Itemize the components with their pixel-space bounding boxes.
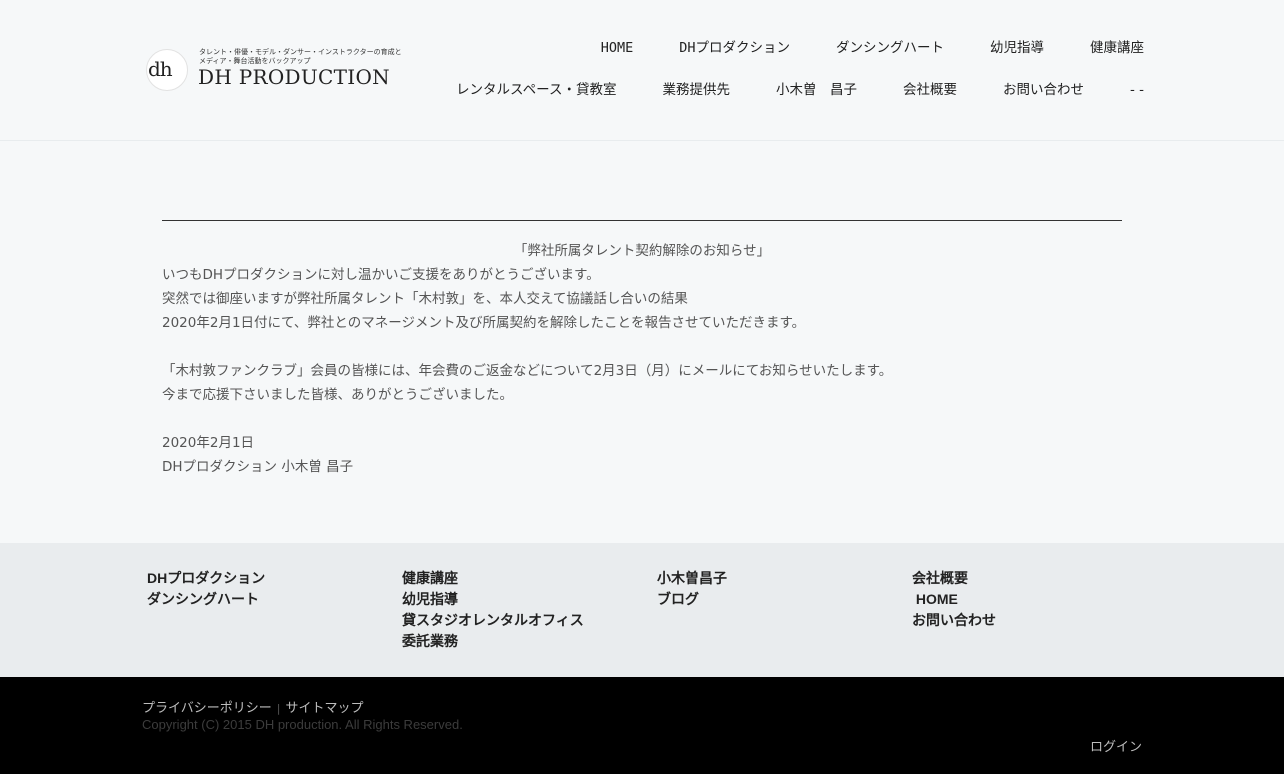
- copyright-text: Copyright (C) 2015 DH production. All Ri…: [142, 717, 463, 732]
- notice-line: 今まで応援下さいました皆様、ありがとうございました。: [162, 387, 513, 403]
- logo-mark-text: dh: [148, 57, 173, 81]
- nav-item-contact[interactable]: お問い合わせ: [1003, 80, 1084, 100]
- main-content: 「弊社所属タレント契約解除のお知らせ」 いつもDHプロダクションに対し温かいご支…: [0, 141, 1284, 543]
- footer-link-dh-production[interactable]: DHプロダクション: [147, 568, 387, 589]
- login-link[interactable]: ログイン: [1090, 736, 1142, 755]
- footer-bottom-bar: プライバシーポリシー | サイトマップ Copyright (C) 2015 DH …: [0, 677, 1284, 774]
- main-nav-row-2: レンタルスペース・貸教室 業務提供先 小木曽 昌子 会社概要 お問い合わせ - …: [410, 80, 1144, 100]
- nav-item-health-course[interactable]: 健康講座: [1090, 38, 1144, 58]
- footer-link-company[interactable]: 会社概要: [912, 568, 1152, 589]
- footer-col-4: 会社概要 HOME お問い合わせ: [912, 568, 1152, 631]
- nav-item-dancing-heart[interactable]: ダンシングハート: [836, 38, 944, 58]
- footer-legal-links: プライバシーポリシー | サイトマップ: [142, 697, 363, 716]
- nav-item-more[interactable]: - -: [1130, 80, 1144, 100]
- notice-signature: DHプロダクション 小木曽 昌子: [162, 459, 354, 475]
- nav-item-partners[interactable]: 業務提供先: [662, 80, 730, 100]
- site-logo[interactable]: dh タレント・俳優・モデル・ダンサー・インストラクターの育成と メディア・舞台…: [146, 46, 402, 94]
- sitemap-link[interactable]: サイトマップ: [285, 701, 363, 716]
- nav-item-ogiso-masako[interactable]: 小木曽 昌子: [776, 80, 857, 100]
- notice-article: 「弊社所属タレント契約解除のお知らせ」 いつもDHプロダクションに対し温かいご支…: [162, 239, 1122, 479]
- site-header: dh タレント・俳優・モデル・ダンサー・インストラクターの育成と メディア・舞台…: [0, 0, 1284, 141]
- notice-line: 2020年2月1日付にて、弊社とのマネージメント及び所属契約を解除したことを報告…: [162, 315, 806, 331]
- footer-link-home[interactable]: HOME: [912, 589, 1152, 610]
- nav-item-company[interactable]: 会社概要: [903, 80, 957, 100]
- logo-tagline-line-1: タレント・俳優・モデル・ダンサー・インストラクターの育成と: [199, 48, 402, 56]
- footer-col-1: DHプロダクション ダンシングハート: [147, 568, 387, 610]
- logo-mark-icon: dh: [146, 49, 188, 91]
- nav-item-dh-production[interactable]: DHプロダクション: [679, 38, 790, 58]
- main-nav-row-1: HOME DHプロダクション ダンシングハート 幼児指導 健康講座: [555, 38, 1144, 58]
- footer-link-ogiso-masako[interactable]: 小木曽昌子: [657, 568, 897, 589]
- logo-name: DH PRODUCTION: [198, 65, 390, 89]
- notice-date: 2020年2月1日: [162, 435, 255, 451]
- logo-tagline: タレント・俳優・モデル・ダンサー・インストラクターの育成と メディア・舞台活動を…: [199, 48, 402, 66]
- nav-item-child-guidance[interactable]: 幼児指導: [990, 38, 1044, 58]
- footer-nav: DHプロダクション ダンシングハート 健康講座 幼児指導 貸スタジオレンタルオフ…: [0, 543, 1284, 677]
- footer-col-3: 小木曽昌子 ブログ: [657, 568, 897, 610]
- notice-line: いつもDHプロダクションに対し温かいご支援をありがとうございます。: [162, 267, 600, 283]
- footer-link-dancing-heart[interactable]: ダンシングハート: [147, 589, 387, 610]
- footer-link-blog[interactable]: ブログ: [657, 589, 897, 610]
- divider: [162, 220, 1122, 221]
- nav-item-home[interactable]: HOME: [601, 38, 634, 58]
- nav-item-rental-space[interactable]: レンタルスペース・貸教室: [456, 80, 616, 100]
- privacy-policy-link[interactable]: プライバシーポリシー: [142, 701, 272, 716]
- notice-line: 突然では御座いますが弊社所属タレント「木村敦」を、本人交えて協議話し合いの結果: [162, 291, 688, 307]
- footer-link-rental-studio[interactable]: 貸スタジオレンタルオフィス: [402, 610, 642, 631]
- link-separator: |: [276, 702, 281, 715]
- footer-link-health-course[interactable]: 健康講座: [402, 568, 642, 589]
- footer-link-child-guidance[interactable]: 幼児指導: [402, 589, 642, 610]
- notice-line: 「木村敦ファンクラブ」会員の皆様には、年会費のご返金などについて2月3日（月）に…: [162, 363, 893, 379]
- footer-col-2: 健康講座 幼児指導 貸スタジオレンタルオフィス 委託業務: [402, 568, 642, 652]
- notice-heading: 「弊社所属タレント契約解除のお知らせ」: [513, 243, 771, 259]
- footer-link-contact[interactable]: お問い合わせ: [912, 610, 1152, 631]
- footer-link-consignment[interactable]: 委託業務: [402, 631, 642, 652]
